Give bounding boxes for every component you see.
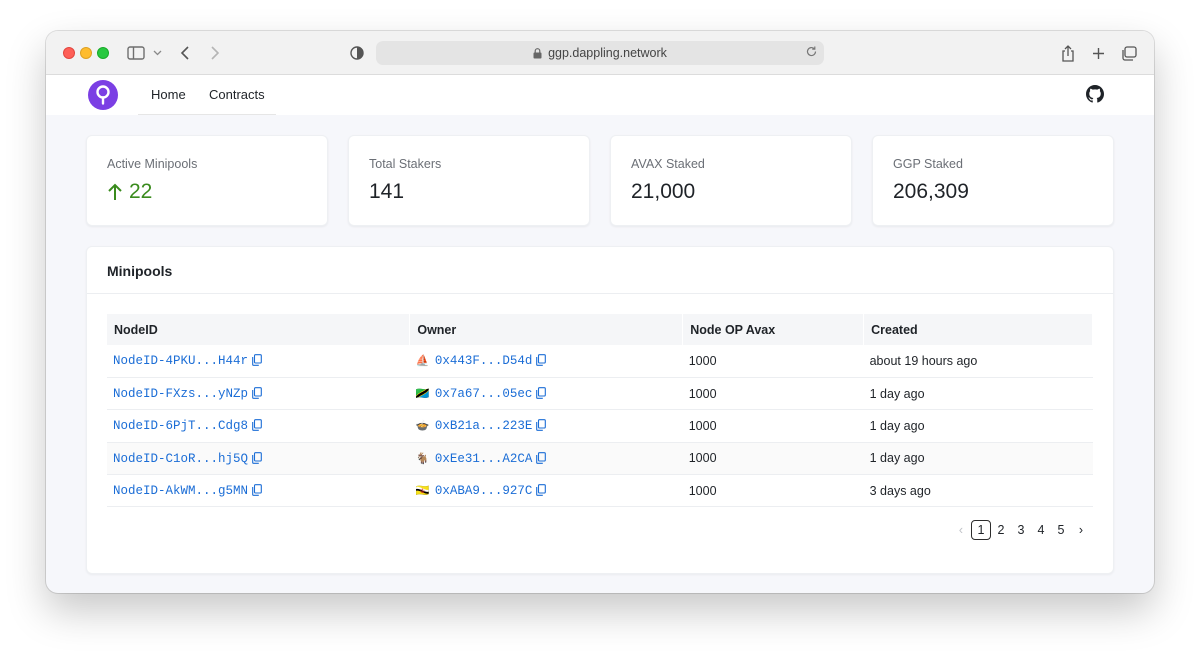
column-header-owner[interactable]: Owner [409, 314, 684, 345]
stat-value: 206,309 [893, 180, 969, 203]
back-icon[interactable] [176, 42, 194, 64]
share-icon[interactable] [1059, 42, 1077, 64]
address-bar[interactable]: ggp.dappling.network [376, 41, 824, 65]
node-id-link[interactable]: NodeID-4PKU...H44r [113, 354, 248, 368]
pagination: ‹ 1 2 3 4 5 › [951, 520, 1091, 540]
copy-icon[interactable] [252, 354, 262, 367]
owner-avatar-icon: 🇹🇿 [415, 388, 430, 401]
created-cell: 1 day ago [863, 409, 1093, 443]
stat-value-text: 22 [129, 180, 153, 203]
reload-icon[interactable] [805, 45, 818, 58]
table-header-row: NodeID Owner Node OP Avax Created [107, 314, 1093, 345]
stat-card-active-minipools: Active Minipools 22 [86, 135, 328, 226]
node-op-avax-cell: 1000 [682, 442, 864, 476]
owner-avatar-icon: ⛵ [415, 355, 430, 368]
column-header-nodeid[interactable]: NodeID [107, 314, 411, 345]
panel-divider [87, 293, 1113, 294]
node-id-link[interactable]: NodeID-AkWM...g5MN [113, 484, 248, 498]
node-op-avax-cell: 1000 [682, 409, 864, 443]
stat-card-total-stakers: Total Stakers 141 [348, 135, 590, 226]
stat-card-avax-staked: AVAX Staked 21,000 [610, 135, 852, 226]
minipools-table: NodeID Owner Node OP Avax Created NodeID… [107, 314, 1093, 508]
stat-label: Active Minipools [107, 157, 198, 171]
privacy-shield-icon[interactable] [347, 42, 367, 64]
pagination-page-1[interactable]: 1 [971, 520, 991, 540]
new-tab-icon[interactable] [1089, 42, 1107, 64]
sidebar-icon[interactable] [126, 42, 146, 64]
nav-link-contracts[interactable]: Contracts [209, 87, 265, 102]
browser-window: ggp.dappling.network Home Contracts Acti… [46, 31, 1154, 593]
close-window-button[interactable] [63, 47, 75, 59]
created-cell: about 19 hours ago [863, 345, 1093, 378]
column-header-node-op-avax[interactable]: Node OP Avax [682, 314, 865, 345]
lock-icon [533, 47, 542, 59]
created-cell: 1 day ago [863, 442, 1093, 476]
table-row: NodeID-C1oR...hj5Q 🐐 0xEe31...A2CA 1000 1… [107, 442, 1093, 476]
copy-icon[interactable] [536, 452, 547, 464]
pagination-page-5[interactable]: 5 [1051, 520, 1071, 540]
stat-value: 22 [107, 180, 152, 204]
owner-avatar-icon: 🇧🇳 [415, 485, 430, 498]
table-row: NodeID-6PjT...Cdg8 🍲 0xB21a...223E 1000 1… [107, 409, 1093, 443]
tab-overview-icon[interactable] [1120, 42, 1138, 64]
owner-address-link[interactable]: 0x443F...D54d [435, 354, 533, 368]
chevron-down-icon[interactable] [150, 42, 164, 64]
minimize-window-button[interactable] [80, 47, 92, 59]
pagination-page-4[interactable]: 4 [1031, 520, 1051, 540]
column-header-created[interactable]: Created [863, 314, 1093, 345]
url-text: ggp.dappling.network [548, 46, 667, 60]
stat-label: Total Stakers [369, 157, 442, 171]
pagination-prev-button[interactable]: ‹ [951, 520, 971, 540]
pagination-page-3[interactable]: 3 [1011, 520, 1031, 540]
minipools-panel: Minipools NodeID Owner Node OP Avax Crea… [86, 246, 1114, 574]
owner-address-link[interactable]: 0x7a67...05ec [435, 387, 533, 401]
table-row: NodeID-AkWM...g5MN 🇧🇳 0xABA9...927C 1000 … [107, 474, 1093, 508]
gogopool-logo-icon[interactable] [88, 80, 118, 110]
copy-icon[interactable] [252, 484, 262, 497]
github-icon[interactable] [1086, 85, 1104, 103]
node-id-link[interactable]: NodeID-C1oR...hj5Q [113, 452, 248, 466]
copy-icon[interactable] [252, 419, 262, 432]
stat-label: AVAX Staked [631, 157, 705, 171]
stat-card-ggp-staked: GGP Staked 206,309 [872, 135, 1114, 226]
nav-divider [138, 114, 276, 115]
arrow-up-icon [107, 183, 123, 201]
maximize-window-button[interactable] [97, 47, 109, 59]
owner-avatar-icon: 🐐 [415, 452, 430, 465]
nav-link-home[interactable]: Home [151, 87, 186, 102]
created-cell: 3 days ago [863, 474, 1093, 508]
node-op-avax-cell: 1000 [682, 345, 864, 378]
copy-icon[interactable] [536, 387, 547, 399]
pagination-next-button[interactable]: › [1071, 520, 1091, 540]
copy-icon[interactable] [252, 452, 262, 464]
owner-address-link[interactable]: 0xB21a...223E [435, 419, 533, 433]
node-op-avax-cell: 1000 [682, 474, 864, 508]
created-cell: 1 day ago [863, 377, 1093, 411]
copy-icon[interactable] [536, 484, 547, 497]
forward-icon[interactable] [206, 42, 224, 64]
stat-value: 141 [369, 180, 405, 203]
site-navbar: Home Contracts [46, 75, 1154, 115]
copy-icon[interactable] [536, 354, 547, 367]
table-row: NodeID-4PKU...H44r ⛵ 0x443F...D54d 1000 a… [107, 345, 1093, 378]
copy-icon[interactable] [536, 419, 547, 432]
node-id-link[interactable]: NodeID-FXzs...yNZp [113, 387, 248, 401]
browser-titlebar: ggp.dappling.network [46, 31, 1154, 75]
owner-avatar-icon: 🍲 [415, 420, 430, 433]
owner-address-link[interactable]: 0xEe31...A2CA [435, 452, 533, 466]
panel-title: Minipools [107, 263, 173, 279]
owner-address-link[interactable]: 0xABA9...927C [435, 484, 533, 498]
node-op-avax-cell: 1000 [682, 377, 864, 411]
pagination-page-2[interactable]: 2 [991, 520, 1011, 540]
node-id-link[interactable]: NodeID-6PjT...Cdg8 [113, 419, 248, 433]
table-row: NodeID-FXzs...yNZp 🇹🇿 0x7a67...05ec 1000 … [107, 377, 1093, 411]
stat-value: 21,000 [631, 180, 696, 203]
copy-icon[interactable] [252, 387, 262, 399]
stat-label: GGP Staked [893, 157, 963, 171]
